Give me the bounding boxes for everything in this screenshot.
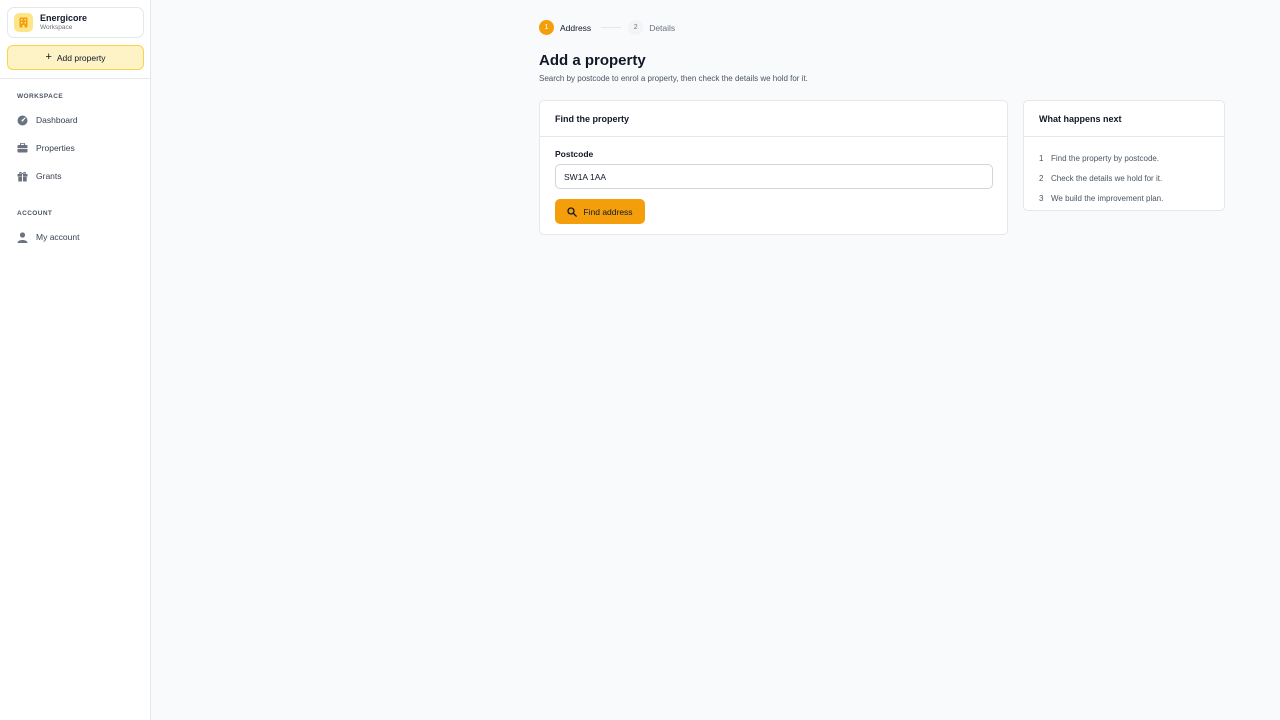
sidebar-divider [0,78,150,79]
step-2-number: 2 [628,20,644,35]
workspace-name: Energicore [40,12,88,23]
sidebar-item-label: Dashboard [36,115,78,125]
plus-icon: + [45,51,52,63]
sidebar-item-label: My account [36,232,80,242]
list-item-number: 2 [1039,173,1044,183]
sidebar-item-dashboard[interactable]: Dashboard [16,111,136,129]
sidebar: Energicore Workspace + Add property WORK… [0,0,151,720]
list-item-number: 1 [1039,153,1044,163]
building-icon [14,13,33,32]
sidebar-item-label: Grants [36,171,62,181]
step-1-number: 1 [539,20,554,35]
sidebar-item-my-account[interactable]: My account [16,228,136,246]
step-connector [601,27,622,28]
list-item: 1 Find the property by postcode. [1039,148,1163,168]
next-steps-list: 1 Find the property by postcode. 2 Check… [1039,148,1163,208]
stepper: 1 Address 2 Details [539,20,675,35]
list-item-text: We build the improvement plan. [1051,193,1164,203]
step-2-label: Details [649,22,676,33]
sidebar-item-label: Properties [36,143,75,153]
sidebar-item-grants[interactable]: Grants [16,167,136,185]
workspace-subtitle: Workspace [40,23,73,31]
sidebar-item-properties[interactable]: Properties [16,139,136,157]
find-property-card: Find the property Postcode Find address [539,100,1008,235]
add-property-button[interactable]: + Add property [7,45,144,70]
page-title: Add a property [539,52,646,69]
list-item: 3 We build the improvement plan. [1039,188,1163,208]
workspace-switcher[interactable]: Energicore Workspace [7,7,144,38]
dashboard-icon [16,114,28,126]
postcode-label: Postcode [555,149,594,159]
find-address-button[interactable]: Find address [555,199,645,224]
list-item: 2 Check the details we hold for it. [1039,168,1163,188]
list-item-text: Check the details we hold for it. [1051,173,1163,183]
search-icon [567,206,578,217]
properties-icon [16,142,28,154]
gift-icon [16,170,28,182]
card-title: Find the property [540,101,1007,137]
list-item-number: 3 [1039,193,1044,203]
what-happens-next-card: What happens next 1 Find the property by… [1023,100,1225,211]
find-address-label: Find address [583,206,633,217]
add-property-label: Add property [56,52,106,63]
card-title: What happens next [1024,101,1224,137]
page-subtitle: Search by postcode to enrol a property, … [539,74,808,83]
nav-heading-workspace: WORKSPACE [17,93,64,100]
user-icon [16,231,28,243]
step-1-label: Address [560,22,592,33]
nav-heading-account: ACCOUNT [17,210,53,217]
list-item-text: Find the property by postcode. [1051,153,1160,163]
postcode-input[interactable] [555,164,993,189]
